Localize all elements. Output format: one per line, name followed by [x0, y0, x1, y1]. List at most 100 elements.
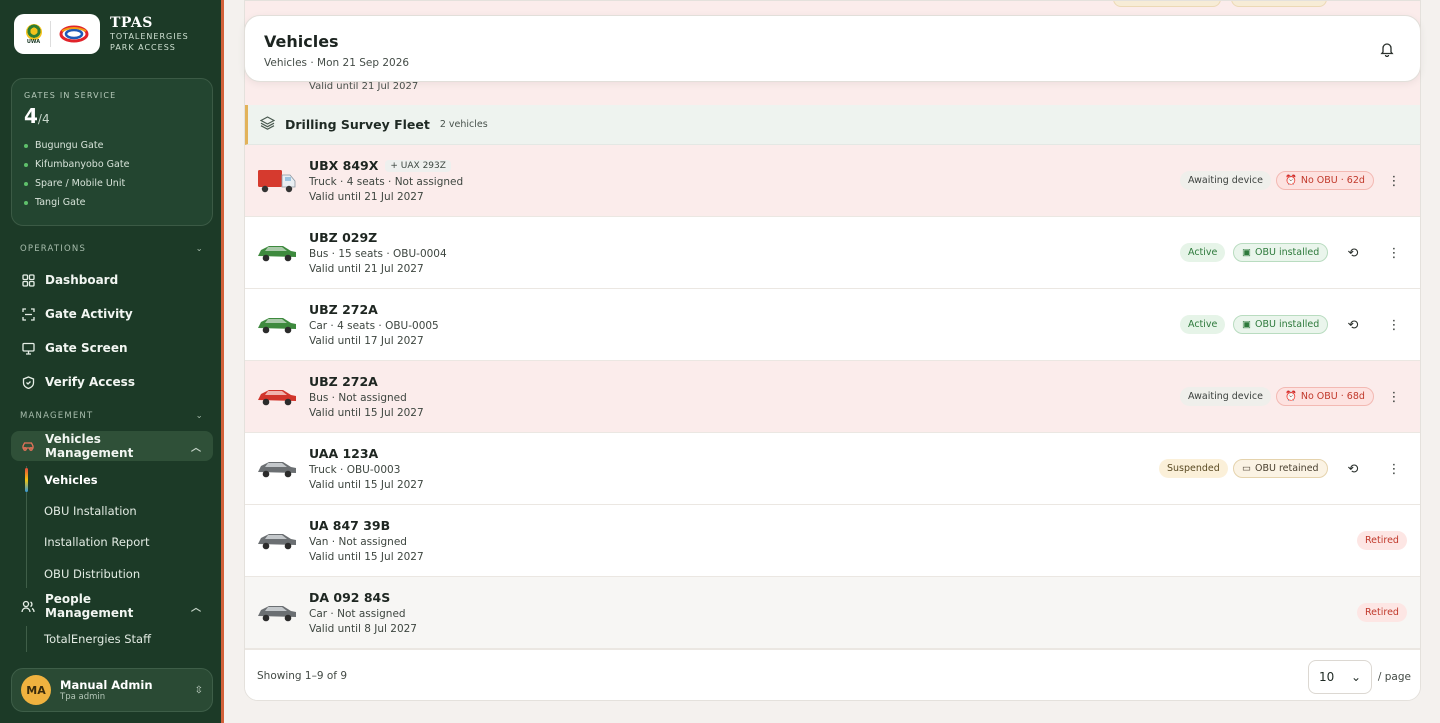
more-actions-button[interactable]: ⋮	[1384, 243, 1404, 263]
vehicle-details: Car · 4 seats · OBU-0005	[309, 320, 439, 332]
history-icon[interactable]: ⟲	[1343, 315, 1363, 335]
brand-subtitle-1: TOTALENERGIES	[110, 32, 189, 41]
gates-label: GATES IN SERVICE	[24, 91, 117, 100]
car-icon	[258, 390, 296, 406]
obu-badge: ⏰ No OBU · 62d	[1276, 171, 1374, 190]
more-actions-button[interactable]: ⋮	[1384, 171, 1404, 191]
people-submenu-line	[26, 626, 27, 652]
valid-until: Valid until 21 Jul 2027	[309, 191, 424, 203]
status-badge: Awaiting device	[1180, 387, 1271, 406]
vehicle-list: Valid until 21 Jul 2027 Drilling Survey …	[244, 0, 1421, 701]
page-size-select[interactable]: 10 ⌄	[1308, 660, 1372, 694]
page-header: Vehicles Vehicles · Mon 21 Sep 2026	[244, 15, 1421, 82]
history-icon[interactable]: ⟲	[1343, 459, 1363, 479]
alarm-icon: ⏰	[1285, 391, 1297, 402]
fleet-name: Drilling Survey Fleet	[285, 117, 430, 132]
truck-icon	[258, 170, 296, 193]
brand-logos: UWA	[14, 14, 100, 54]
per-page-label: / page	[1377, 671, 1411, 683]
sidebar: UWA TPAS TOTALENERGIES PARK ACCESS GATES…	[0, 0, 224, 723]
vehicle-details: Bus · 15 seats · OBU-0004	[309, 248, 447, 260]
management-section-toggle[interactable]: MANAGEMENT ⌄	[20, 411, 204, 421]
nav-obu-installation[interactable]: OBU Installation	[44, 501, 137, 521]
valid-until: Valid until 15 Jul 2027	[309, 479, 424, 491]
alarm-icon: ⏰	[1285, 175, 1297, 186]
user-menu[interactable]: MA Manual Admin Tpa admin ⇳	[11, 668, 213, 712]
table-row[interactable]: UBZ 272A Car · 4 seats · OBU-0005 Valid …	[245, 289, 1420, 361]
vehicle-details: Car · Not assigned	[309, 608, 406, 620]
chip-icon: ▣	[1242, 247, 1251, 258]
plate-number: UBZ 272A	[309, 374, 378, 389]
table-row[interactable]: UA 847 39B Van · Not assigned Valid unti…	[245, 505, 1420, 577]
vehicle-details: Bus · Not assigned	[309, 392, 407, 404]
dashboard-icon	[21, 273, 35, 287]
nav-gate-activity[interactable]: Gate Activity	[11, 299, 213, 329]
vehicle-details: Truck · OBU-0003	[309, 464, 401, 476]
table-row[interactable]: UBZ 029Z Bus · 15 seats · OBU-0004 Valid…	[245, 217, 1420, 289]
obu-badge: ▣ OBU installed	[1233, 243, 1329, 262]
plate-number: UBZ 272A	[309, 302, 378, 317]
more-actions-button[interactable]: ⋮	[1384, 315, 1404, 335]
gate-list-item: Bugungu Gate	[24, 136, 200, 155]
nav-gate-screen[interactable]: Gate Screen	[11, 333, 213, 363]
status-badge: Active	[1180, 243, 1226, 262]
nav-verify-access[interactable]: Verify Access	[11, 367, 213, 397]
totalenergies-logo-icon	[59, 25, 88, 43]
plate-number: UA 847 39B	[309, 518, 391, 533]
more-actions-button[interactable]: ⋮	[1384, 459, 1404, 479]
status-badge: Retired	[1357, 531, 1407, 550]
table-row[interactable]: UBX 849X + UAX 293Z Truck · 4 seats · Not…	[245, 145, 1420, 217]
history-icon[interactable]: ⟲	[1343, 243, 1363, 263]
table-row[interactable]: UAA 123A Truck · OBU-0003 Valid until 15…	[245, 433, 1420, 505]
chevron-down-icon: ⌄	[195, 244, 204, 254]
obu-badge: ⏰ No OBU · 68d	[1276, 387, 1374, 406]
alias-plate-badge: + UAX 293Z	[385, 159, 451, 172]
chevron-down-icon: ⌄	[195, 411, 204, 421]
valid-until: Valid until 17 Jul 2027	[309, 335, 424, 347]
nav-dashboard[interactable]: Dashboard	[11, 265, 213, 295]
table-row[interactable]: UBZ 272A Bus · Not assigned Valid until …	[245, 361, 1420, 433]
operations-section-toggle[interactable]: OPERATIONS ⌄	[20, 244, 204, 254]
nav-totalenergies-staff[interactable]: TotalEnergies Staff	[44, 629, 151, 649]
status-badge: Retired	[1357, 603, 1407, 622]
gates-count: 4/4	[24, 104, 50, 128]
pagination-footer: Showing 1–9 of 9 10 ⌄ / page	[245, 649, 1420, 700]
avatar: MA	[21, 675, 51, 705]
bell-icon[interactable]	[1379, 41, 1395, 57]
brand-name: TPAS	[110, 15, 153, 31]
car-icon	[258, 534, 296, 550]
people-icon	[21, 599, 35, 613]
nav-vehicles[interactable]: Vehicles	[44, 470, 98, 490]
gate-list-item: Spare / Mobile Unit	[24, 174, 200, 193]
nav-installation-report[interactable]: Installation Report	[44, 532, 149, 552]
nav-obu-distribution[interactable]: OBU Distribution	[44, 564, 140, 584]
brand[interactable]: UWA TPAS TOTALENERGIES PARK ACCESS	[14, 14, 189, 54]
nav-vehicles-management[interactable]: Vehicles Management ︿	[11, 431, 213, 461]
car-icon	[258, 246, 296, 262]
brand-subtitle-2: PARK ACCESS	[110, 43, 176, 52]
valid-until: Valid until 21 Jul 2027	[309, 81, 419, 92]
gates-in-service-card: GATES IN SERVICE 4/4 Bugungu Gate Kifumb…	[11, 78, 213, 226]
plate-number: UBZ 029Z	[309, 230, 378, 245]
gate-list-item: Tangi Gate	[24, 193, 200, 212]
nav-people-management[interactable]: People Management ︿	[11, 591, 213, 621]
car-icon	[258, 462, 296, 478]
chevron-down-icon: ⌄	[1350, 670, 1361, 684]
chevron-up-icon: ︿	[191, 602, 201, 614]
more-actions-button[interactable]: ⋮	[1384, 387, 1404, 407]
plate-number: UAA 123A	[309, 446, 379, 461]
fleet-count: 2 vehicles	[439, 119, 488, 130]
shield-icon	[21, 375, 35, 389]
car-icon	[258, 318, 296, 334]
table-row[interactable]: DA 092 84S Car · Not assigned Valid unti…	[245, 577, 1420, 649]
uwa-logo-icon: UWA	[23, 21, 45, 47]
chevrons-up-down-icon: ⇳	[194, 684, 203, 696]
user-role: Tpa admin	[60, 692, 106, 702]
valid-until: Valid until 21 Jul 2027	[309, 263, 424, 275]
main-content: Valid until 21 Jul 2027 Drilling Survey …	[244, 0, 1421, 723]
vehicle-details: Truck · 4 seats · Not assigned	[309, 176, 464, 188]
user-name: Manual Admin	[60, 678, 153, 692]
plate-number: UBX 849X	[309, 158, 379, 173]
card-icon: ▭	[1242, 463, 1251, 474]
fleet-group-header[interactable]: Drilling Survey Fleet 2 vehicles	[245, 105, 1420, 145]
